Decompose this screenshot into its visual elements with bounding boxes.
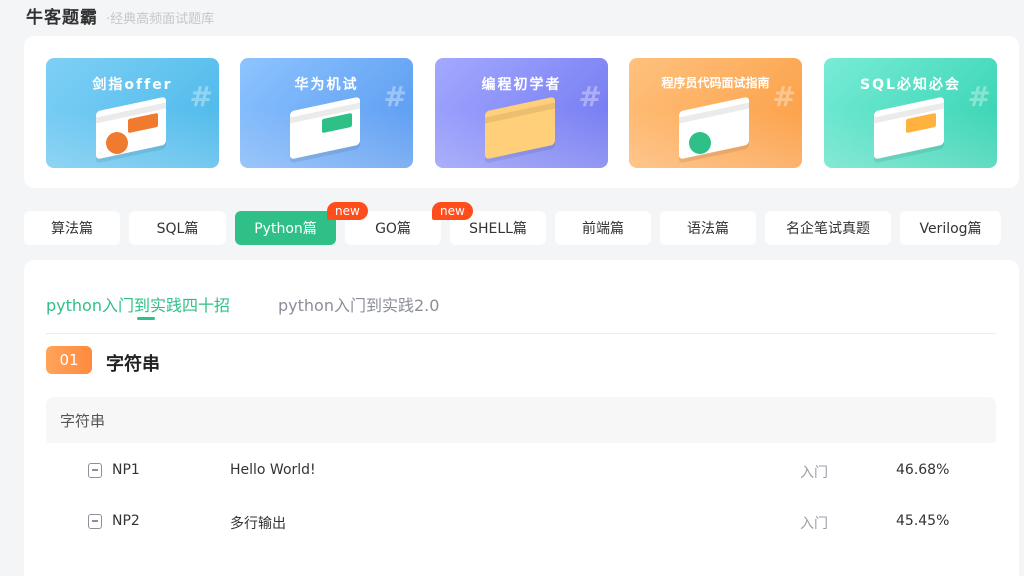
tab-syntax[interactable]: 语法篇 xyxy=(660,211,756,245)
tab-python[interactable]: Python篇 xyxy=(235,211,336,245)
brand-slogan: ·经典高频面试题库 xyxy=(106,12,215,27)
section-title: 字符串 xyxy=(106,354,160,375)
banner-title: 编程初学者 xyxy=(481,77,562,93)
question-level: 入门 xyxy=(800,465,828,481)
subtab-python-40[interactable]: python入门到实践四十招 xyxy=(46,292,230,316)
group-title: 字符串 xyxy=(60,411,106,430)
new-badge: new xyxy=(327,202,368,220)
active-tab-indicator xyxy=(137,317,155,320)
banner-card-beginner[interactable]: # 编程初学者 xyxy=(435,58,608,168)
banner-card-sql[interactable]: # SQL必知必会 xyxy=(824,58,997,168)
group-header[interactable]: 字符串 xyxy=(46,397,996,443)
tab-company-exams[interactable]: 名企笔试真题 xyxy=(765,211,891,245)
question-panel: python入门到实践四十招 python入门到实践2.0 01 字符串 字符串… xyxy=(24,260,1019,576)
tab-sql[interactable]: SQL篇 xyxy=(129,211,226,245)
subtab-python-2[interactable]: python入门到实践2.0 xyxy=(278,292,439,316)
question-pass-rate: 46.68% xyxy=(896,462,950,478)
new-badge: new xyxy=(432,202,473,220)
question-icon xyxy=(88,463,102,478)
question-level: 入门 xyxy=(800,516,828,532)
divider xyxy=(46,333,996,334)
question-icon xyxy=(88,514,102,529)
banner-title: SQL必知必会 xyxy=(860,77,961,93)
tab-algorithm[interactable]: 算法篇 xyxy=(24,211,120,245)
banner-card-huawei[interactable]: # 华为机试 xyxy=(240,58,413,168)
banner-title: 程序员代码面试指南 xyxy=(661,76,770,90)
question-title[interactable]: Hello World! xyxy=(230,462,316,478)
question-row[interactable]: NP1 Hello World! 入门 46.68% xyxy=(46,447,996,495)
tab-verilog[interactable]: Verilog篇 xyxy=(900,211,1001,245)
page: 牛客题霸 ·经典高频面试题库 # 剑指offer # 华为机试 # 编程初学者 … xyxy=(0,0,1024,576)
question-id: NP2 xyxy=(112,513,140,529)
section-number: 01 xyxy=(46,346,92,374)
star-badge-icon xyxy=(689,132,711,154)
banner-title: 华为机试 xyxy=(294,77,359,93)
brand-title: 牛客题霸 xyxy=(26,8,98,28)
banner-title: 剑指offer xyxy=(92,77,173,93)
question-title[interactable]: 多行输出 xyxy=(230,513,286,533)
question-row[interactable]: NP2 多行输出 入门 45.45% xyxy=(46,498,996,546)
question-pass-rate: 45.45% xyxy=(896,513,950,529)
tab-frontend[interactable]: 前端篇 xyxy=(555,211,651,245)
header: 牛客题霸 ·经典高频面试题库 xyxy=(26,3,215,28)
banner-card-interview-guide[interactable]: # 程序员代码面试指南 xyxy=(629,58,802,168)
banner-card-jianzhi-offer[interactable]: # 剑指offer xyxy=(46,58,219,168)
badge-icon xyxy=(106,132,128,154)
question-id: NP1 xyxy=(112,462,140,478)
banner-panel: # 剑指offer # 华为机试 # 编程初学者 # 程序员代码面试指南 # S… xyxy=(24,36,1019,188)
